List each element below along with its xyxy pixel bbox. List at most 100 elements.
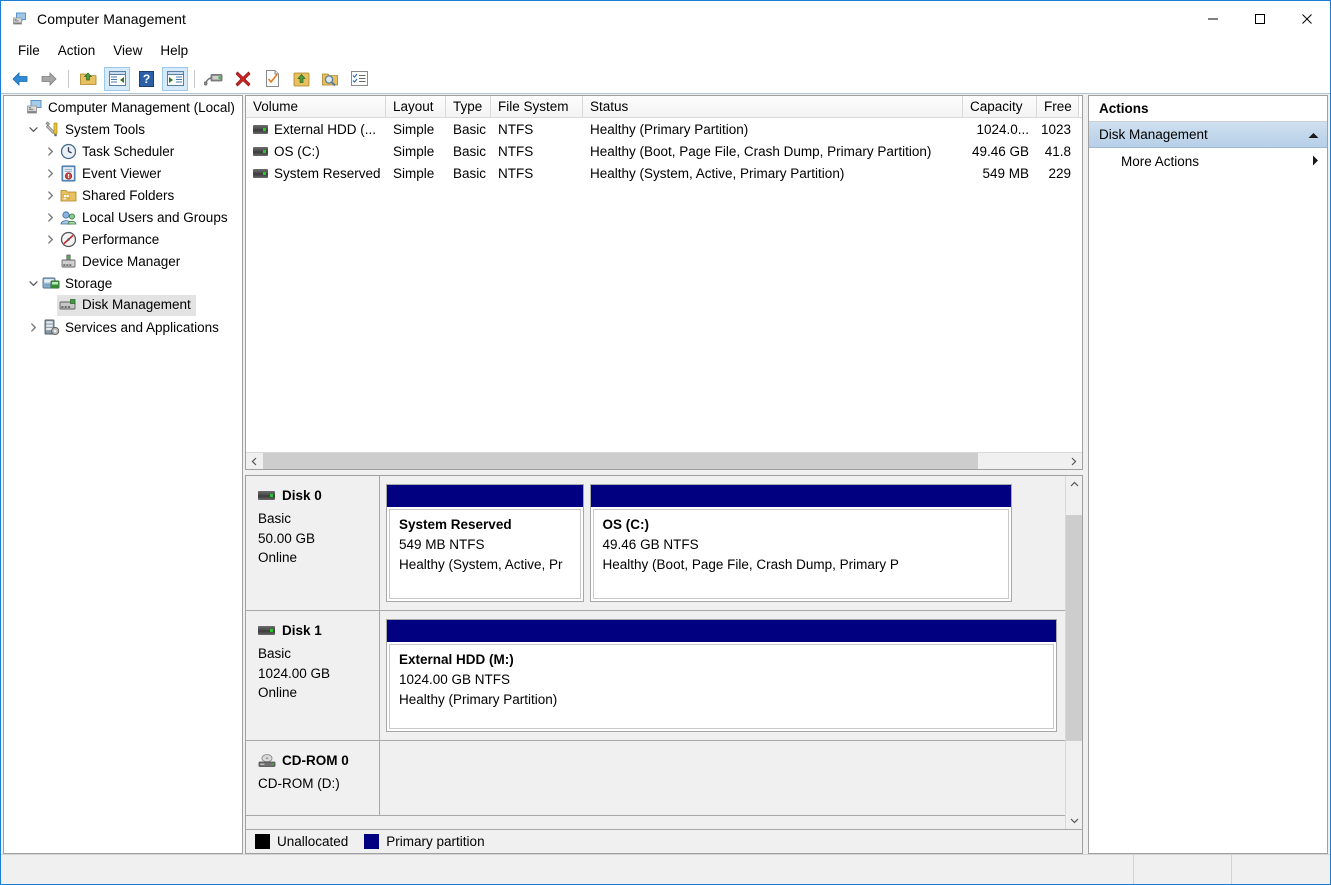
properties-icon[interactable] <box>259 67 285 91</box>
volume-row[interactable]: System Reserved Simple Basic NTFS Healthy (S… <box>246 162 1082 184</box>
show-hide-console-tree-icon[interactable] <box>104 66 130 91</box>
volume-list-horizontal-scrollbar[interactable] <box>246 452 1082 469</box>
system-tools-icon <box>42 120 60 138</box>
volume-cell-status: Healthy (Boot, Page File, Crash Dump, Pr… <box>583 144 963 159</box>
chevron-down-icon[interactable] <box>1066 812 1082 829</box>
volume-row[interactable]: External HDD (... Simple Basic NTFS Healthy … <box>246 118 1082 140</box>
menu-help[interactable]: Help <box>151 40 197 61</box>
up-one-level-icon[interactable] <box>75 67 101 91</box>
tree-item-storage[interactable]: Storage <box>4 272 242 294</box>
tree-item-label: Local Users and Groups <box>82 209 228 225</box>
volume-row[interactable]: OS (C:) Simple Basic NTFS Healthy (Boot, Pag… <box>246 140 1082 162</box>
tree-item-computer-management-local[interactable]: Computer Management (Local) <box>4 96 242 118</box>
disk-info[interactable]: Disk 1 Basic 1024.00 GB Online <box>246 611 380 740</box>
hscrollbar-thumb[interactable] <box>263 452 978 469</box>
window-controls <box>1189 1 1330 36</box>
menu-file[interactable]: File <box>9 40 49 61</box>
disk-row[interactable]: CD-ROM 0 CD-ROM (D:) <box>246 741 1065 816</box>
vscrollbar-thumb[interactable] <box>1066 515 1082 741</box>
rescan-disks-icon[interactable] <box>317 67 343 91</box>
minimize-button[interactable] <box>1189 1 1236 36</box>
chevron-down-icon[interactable] <box>25 272 42 294</box>
tree-arrow-spacer <box>8 96 25 118</box>
disk-row[interactable]: Disk 1 Basic 1024.00 GB Online External HDD … <box>246 611 1065 741</box>
column-header-file-system[interactable]: File System <box>491 96 583 117</box>
chevron-right-icon[interactable] <box>1065 452 1082 469</box>
column-header-volume[interactable]: Volume <box>246 96 386 117</box>
tree-item-services-and-applications[interactable]: Services and Applications <box>4 316 242 338</box>
event-viewer-icon <box>59 164 77 182</box>
tree-item-performance[interactable]: Performance <box>4 228 242 250</box>
graphical-view-vertical-scrollbar[interactable] <box>1065 476 1082 829</box>
connect-to-computer-icon[interactable] <box>201 67 227 91</box>
tree-item-task-scheduler[interactable]: Task Scheduler <box>4 140 242 162</box>
volume-cell-layout: Simple <box>386 122 446 137</box>
toolbar-separator-2 <box>194 69 195 88</box>
partition-status: Healthy (System, Active, Pr <box>399 557 563 572</box>
chevron-up-icon[interactable] <box>1066 476 1082 493</box>
chevron-down-icon[interactable] <box>25 118 42 140</box>
column-header-capacity[interactable]: Capacity <box>963 96 1037 117</box>
menu-view[interactable]: View <box>104 40 151 61</box>
vscrollbar-track[interactable] <box>1066 493 1082 812</box>
chevron-right-icon[interactable] <box>42 228 59 250</box>
back-icon[interactable] <box>7 67 33 91</box>
computer-management-window: Computer Management File Action View Hel… <box>0 0 1331 885</box>
legend-entry: Unallocated <box>255 834 348 849</box>
chevron-right-icon[interactable] <box>42 184 59 206</box>
export-list-icon[interactable] <box>288 67 314 91</box>
services-icon <box>42 318 60 336</box>
chevron-right-icon[interactable] <box>25 316 42 338</box>
chevron-right-icon[interactable] <box>1312 154 1319 169</box>
partition-status: Healthy (Primary Partition) <box>399 692 558 707</box>
tree-arrow-spacer <box>42 250 59 272</box>
tree-item-local-users-and-groups[interactable]: Local Users and Groups <box>4 206 242 228</box>
forward-icon[interactable] <box>36 67 62 91</box>
chevron-right-icon[interactable] <box>42 206 59 228</box>
performance-icon <box>59 230 77 248</box>
column-header-type[interactable]: Type <box>446 96 491 117</box>
disk-info[interactable]: CD-ROM 0 CD-ROM (D:) <box>246 741 380 815</box>
volume-cell-text: 49.46 GB <box>971 143 1029 159</box>
partition[interactable]: System Reserved 549 MB NTFS Healthy (Syste… <box>386 484 584 602</box>
hscrollbar-track[interactable] <box>263 452 1065 469</box>
task-scheduler-icon <box>59 142 77 160</box>
partition-name: OS (C:) <box>602 517 650 532</box>
tree-item-disk-management[interactable]: Disk Management <box>4 294 242 316</box>
chevron-up-icon[interactable] <box>1308 127 1319 142</box>
disk-row[interactable]: Disk 0 Basic 50.00 GB Online System Reserved… <box>246 476 1065 611</box>
volume-cell-status: Healthy (Primary Partition) <box>583 122 963 137</box>
tree-item-event-viewer[interactable]: Event Viewer <box>4 162 242 184</box>
storage-icon <box>42 274 60 292</box>
delete-icon[interactable] <box>230 67 256 91</box>
show-hide-action-pane-icon[interactable] <box>162 66 188 91</box>
volume-cell-type: Basic <box>446 122 491 137</box>
tree-item-shared-folders[interactable]: Shared Folders <box>4 184 242 206</box>
column-header-free[interactable]: Free <box>1037 96 1079 117</box>
column-header-label: Volume <box>253 99 299 114</box>
chevron-right-icon[interactable] <box>42 140 59 162</box>
partition[interactable]: OS (C:) 49.46 GB NTFS Healthy (Boot, Page … <box>589 484 1012 602</box>
actions-group-disk-management[interactable]: Disk Management <box>1089 122 1327 148</box>
column-header-layout[interactable]: Layout <box>386 96 446 117</box>
disk-info[interactable]: Disk 0 Basic 50.00 GB Online <box>246 476 380 610</box>
volume-cell-capacity: 549 MB <box>963 166 1037 181</box>
tree-item-device-manager[interactable]: Device Manager <box>4 250 242 272</box>
action-more-actions[interactable]: More Actions <box>1089 148 1327 174</box>
close-button[interactable] <box>1283 1 1330 36</box>
partition-color-bar <box>387 485 583 507</box>
disk-partitions: System Reserved 549 MB NTFS Healthy (Syste… <box>380 476 1065 610</box>
chevron-left-icon[interactable] <box>246 452 263 469</box>
help-icon[interactable]: ? <box>133 67 159 91</box>
computer-management-icon <box>12 11 28 27</box>
volume-cell-text: NTFS <box>498 165 534 181</box>
column-header-status[interactable]: Status <box>583 96 963 117</box>
tree-item-system-tools[interactable]: System Tools <box>4 118 242 140</box>
chevron-right-icon[interactable] <box>42 162 59 184</box>
menu-action[interactable]: Action <box>49 40 105 61</box>
disk-meta-line: Online <box>258 685 298 700</box>
show-list-icon[interactable] <box>346 67 372 91</box>
partition[interactable]: External HDD (M:) 1024.00 GB NTFS Healthy … <box>386 619 1057 732</box>
maximize-button[interactable] <box>1236 1 1283 36</box>
volume-cell-capacity: 1024.0... <box>963 122 1037 137</box>
